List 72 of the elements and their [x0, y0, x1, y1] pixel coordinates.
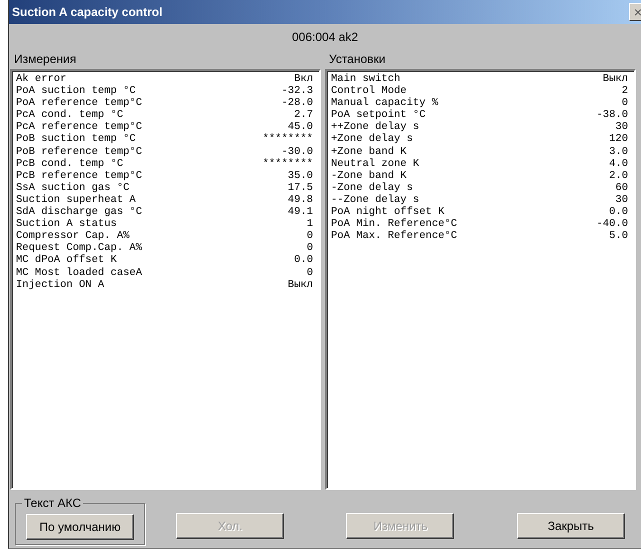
parameter-value: Выкл: [602, 73, 628, 86]
parameter-value: -28.0: [281, 97, 313, 110]
parameter-name: PoA night offset K: [331, 206, 444, 218]
parameter-value: 30: [615, 194, 628, 206]
parameter-value: 0: [306, 266, 313, 279]
parameter-name: SdA discharge gas °C: [16, 206, 142, 218]
parameter-value: 4.0: [609, 158, 628, 170]
close-button[interactable]: ×: [629, 3, 641, 21]
parameter-value: Выкл: [288, 278, 313, 291]
default-button[interactable]: По умолчанию: [26, 514, 134, 540]
parameter-value: 3.0: [609, 146, 628, 158]
parameter-value: 45.0: [288, 121, 313, 134]
parameter-name: --Zone delay s: [331, 194, 420, 206]
parameter-value: 49.8: [288, 194, 313, 206]
section-title: Установки: [328, 51, 386, 68]
parameter-value: 2.7: [294, 109, 313, 122]
parameter-value: 5.0: [609, 230, 628, 242]
parameter-value: -32.3: [281, 85, 313, 98]
parameter-value: 0: [622, 97, 628, 110]
parameter-name: MC dPoA offset K: [16, 254, 117, 266]
parameter-value: Вкл: [294, 73, 313, 86]
group-title: Текст АКС: [23, 496, 82, 510]
parameter-name: Suction A status: [16, 218, 117, 230]
parameter-value: 0: [306, 230, 313, 242]
parameter-name: PoA Min. Reference°C: [331, 218, 458, 230]
parameter-name: SsA suction gas °C: [16, 182, 130, 194]
parameter-name: -Zone band K: [331, 170, 407, 182]
parameter-name: Request Comp.Cap. A%: [16, 242, 142, 254]
parameter-name: PcA cond. temp °C: [16, 109, 124, 122]
section-title: Измерения: [13, 51, 78, 68]
parameter-name: Ak error: [16, 73, 66, 85]
parameter-name: ++Zone delay s: [331, 121, 420, 134]
parameter-value: ********: [262, 133, 313, 146]
parameter-name: PcB cond. temp °C: [16, 158, 124, 170]
parameter-value: ********: [262, 158, 313, 170]
parameter-value: 120: [609, 133, 628, 146]
parameter-name: +Zone band K: [331, 146, 407, 158]
parameter-name: PoB reference temp°C: [16, 146, 142, 158]
parameter-name: PcA reference temp°C: [16, 121, 142, 134]
parameter-name: Main switch: [331, 73, 400, 85]
parameter-value: 1: [306, 218, 313, 230]
parameter-name: Neutral zone K: [331, 158, 420, 170]
parameter-name: Injection ON A: [16, 278, 104, 291]
device-label: 006:004 ak2: [290, 30, 360, 44]
parameter-value: 0: [306, 242, 313, 254]
parameter-value: 60: [615, 182, 628, 194]
parameter-value: 35.0: [288, 170, 313, 182]
parameter-value: -38.0: [596, 109, 628, 122]
parameter-name: Manual capacity %: [331, 97, 438, 110]
dialog-button[interactable]: Закрыть: [516, 513, 625, 539]
parameter-name: PoA suction temp °C: [16, 85, 136, 98]
parameter-value: 2: [622, 85, 628, 98]
parameter-name: PoA setpoint °C: [331, 109, 426, 122]
parameter-value: 49.1: [288, 206, 313, 218]
parameter-value: -40.0: [596, 218, 628, 230]
parameter-value: -30.0: [281, 146, 313, 158]
parameter-name: PoA reference temp°C: [16, 97, 142, 110]
parameter-name: -Zone delay s: [331, 182, 413, 194]
parameter-value: 2.0: [609, 170, 628, 182]
parameter-name: PoB suction temp °C: [16, 133, 136, 146]
parameter-value: 0.0: [609, 206, 628, 218]
window-title: Suction A capacity control: [12, 5, 162, 19]
parameter-value: 17.5: [288, 182, 313, 194]
parameter-name: +Zone delay s: [331, 133, 413, 146]
parameter-name: PoA Max. Reference°C: [331, 230, 458, 242]
parameter-name: Suction superheat A: [16, 194, 136, 206]
parameter-name: PcB reference temp°C: [16, 170, 142, 182]
parameter-value: 30: [615, 121, 628, 134]
parameter-name: Compressor Cap. A%: [16, 230, 130, 242]
parameter-name: MC Most loaded caseA: [16, 266, 142, 279]
parameter-value: 0.0: [294, 254, 313, 266]
parameter-name: Control Mode: [331, 85, 407, 98]
